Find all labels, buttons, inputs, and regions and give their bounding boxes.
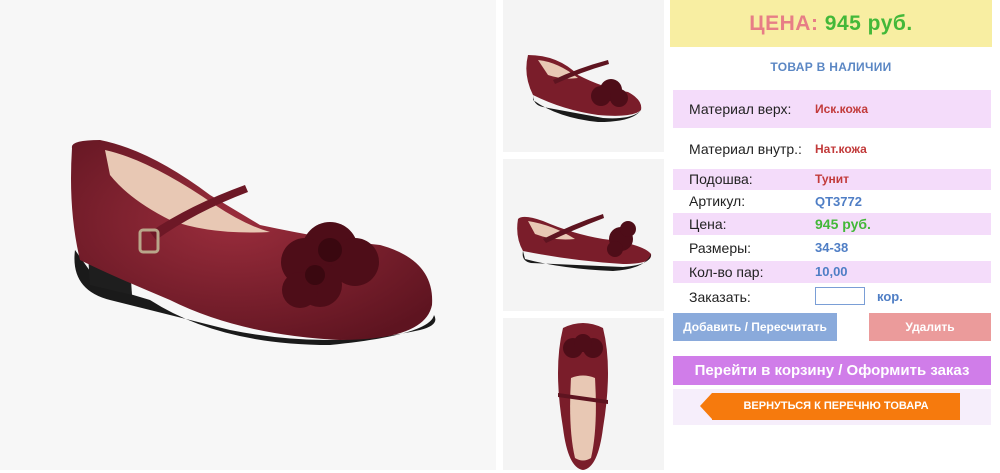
- detail-row-pairs: Кол-во пар: 10,00: [673, 261, 991, 283]
- detail-row-sole: Подошва: Тунит: [673, 169, 991, 190]
- go-to-cart-button[interactable]: Перейти в корзину / Оформить заказ: [673, 356, 991, 385]
- detail-row-price: Цена: 945 руб.: [673, 213, 991, 235]
- detail-row-material-top: Материал верх: Иск.кожа: [673, 90, 991, 128]
- order-row: Заказать: кор.: [673, 286, 991, 308]
- detail-value: 945 руб.: [815, 216, 871, 232]
- detail-label: Материал верх:: [689, 101, 792, 117]
- detail-value: 10,00: [815, 264, 848, 279]
- back-to-list-button[interactable]: ВЕРНУТЬСЯ К ПЕРЕЧНЮ ТОВАРА: [700, 393, 960, 420]
- shoe-thumbnail-top: [558, 323, 608, 470]
- detail-label: Материал внутр.:: [689, 141, 802, 157]
- shoe-thumbnail-side: [526, 55, 642, 122]
- thumbnail-2[interactable]: [503, 159, 664, 311]
- detail-value: QT3772: [815, 194, 862, 209]
- price-box: ЦЕНА: 945 руб.: [670, 0, 992, 47]
- detail-row-sizes: Размеры: 34-38: [673, 237, 991, 259]
- add-recalculate-button[interactable]: Добавить / Пересчитать: [673, 313, 837, 341]
- thumbnail-3[interactable]: [503, 318, 664, 470]
- price-value: 945 руб.: [824, 12, 913, 35]
- detail-label: Артикул:: [689, 193, 746, 209]
- thumbnail-1[interactable]: [503, 0, 664, 152]
- detail-label: Цена:: [689, 216, 727, 232]
- order-label: Заказать:: [689, 289, 751, 305]
- shoe-thumbnail-front: [517, 214, 652, 271]
- delete-button[interactable]: Удалить: [869, 313, 991, 341]
- shoe-illustration: [71, 140, 436, 345]
- detail-value: Тунит: [815, 172, 850, 186]
- detail-value: Нат.кожа: [815, 142, 867, 156]
- order-unit: кор.: [877, 289, 903, 304]
- main-product-image: [0, 0, 496, 470]
- detail-value: Иск.кожа: [815, 102, 868, 116]
- back-button-container: ВЕРНУТЬСЯ К ПЕРЕЧНЮ ТОВАРА: [673, 389, 991, 425]
- detail-label: Подошва:: [689, 171, 753, 187]
- stock-status: ТОВАР В НАЛИЧИИ: [770, 60, 892, 74]
- order-quantity-input[interactable]: [815, 287, 865, 305]
- product-details-panel: ЦЕНА: 945 руб. ТОВАР В НАЛИЧИИ Материал …: [670, 0, 992, 473]
- price-label: ЦЕНА:: [749, 12, 819, 35]
- detail-row-article: Артикул: QT3772: [673, 191, 991, 212]
- detail-value: 34-38: [815, 240, 849, 255]
- detail-label: Кол-во пар:: [689, 264, 764, 280]
- detail-row-material-inner: Материал внутр.: Нат.кожа: [673, 130, 991, 168]
- detail-label: Размеры:: [689, 240, 752, 256]
